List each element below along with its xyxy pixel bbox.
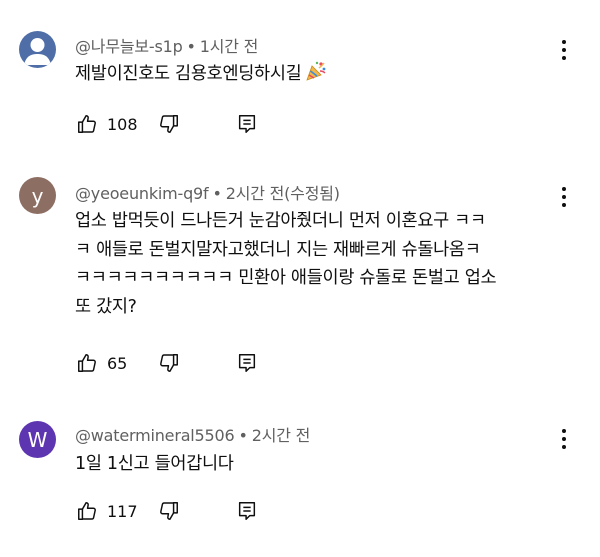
comment-text-line: 업소 밥먹듯이 드나든거 눈감아줬더니 먼저 이혼요구 ㅋㅋ [75, 211, 486, 231]
comment-text-line: 또 갔지? [75, 296, 137, 317]
default-user-icon [24, 38, 51, 65]
meta-separator: • [186, 37, 196, 56]
comment-actions: 65 [75, 350, 259, 376]
comment-meta: @watermineral5506 • 2시간 전 [75, 422, 310, 446]
thumbs-down-icon[interactable] [157, 351, 181, 375]
author-name[interactable]: @yeoeunkim-q9f [75, 184, 209, 203]
comment-time: 2시간 전 [251, 426, 311, 445]
avatar[interactable]: y [19, 177, 56, 214]
meta-separator: • [238, 426, 248, 445]
thumbs-down-icon[interactable] [157, 499, 181, 523]
comment-text-line: ㅋㅋㅋㅋㅋㅋㅋㅋㅋㅋ 민환아 애들이랑 슈돌로 돈벌고 업소 [75, 268, 497, 289]
more-options-icon[interactable] [552, 37, 576, 63]
comment-text: 제발이진호도 김용호엔딩하시길 [75, 60, 555, 92]
avatar-letter: W [27, 427, 48, 452]
thumbs-up-icon[interactable] [75, 499, 99, 523]
comment-meta: @yeoeunkim-q9f • 2시간 전(수정됨) [75, 180, 340, 204]
avatar[interactable] [19, 31, 56, 68]
reply-icon[interactable] [235, 351, 259, 375]
reply-icon[interactable] [235, 499, 259, 523]
like-count: 65 [107, 353, 128, 373]
comment-text-content: 제발이진호도 김용호엔딩하시길 [75, 64, 302, 84]
reply-icon[interactable] [235, 112, 259, 136]
comment-text: 1일 1신고 들어갑니다 [75, 450, 555, 479]
like-count: 117 [107, 501, 138, 521]
comment-actions: 117 [75, 498, 259, 524]
author-name[interactable]: @watermineral5506 [75, 426, 235, 445]
comment-text-line: ㅋ 애들로 돈벌지말자고했더니 지는 재빠르게 슈돌나옴ㅋ [75, 239, 481, 260]
author-name[interactable]: @나무늘보-s1p [75, 37, 183, 56]
comment-text-content: 1일 1신고 들어갑니다 [75, 454, 234, 474]
avatar[interactable]: W [19, 421, 56, 458]
thumbs-up-icon[interactable] [75, 351, 99, 375]
comment-text: 업소 밥먹듯이 드나든거 눈감아줬더니 먼저 이혼요구 ㅋㅋ ㅋ 애들로 돈벌지… [75, 207, 555, 321]
comment-time: 1시간 전 [199, 37, 259, 56]
more-options-icon[interactable] [552, 426, 576, 452]
avatar-letter: y [31, 183, 44, 208]
thumbs-up-icon[interactable] [75, 112, 99, 136]
thumbs-down-icon[interactable] [157, 112, 181, 136]
party-popper-icon [305, 60, 327, 92]
like-count: 108 [107, 114, 138, 134]
more-options-icon[interactable] [552, 184, 576, 210]
comment-actions: 108 [75, 111, 259, 137]
comment-meta: @나무늘보-s1p • 1시간 전 [75, 33, 258, 57]
meta-separator: • [212, 184, 222, 203]
comment-time: 2시간 전(수정됨) [225, 184, 340, 203]
